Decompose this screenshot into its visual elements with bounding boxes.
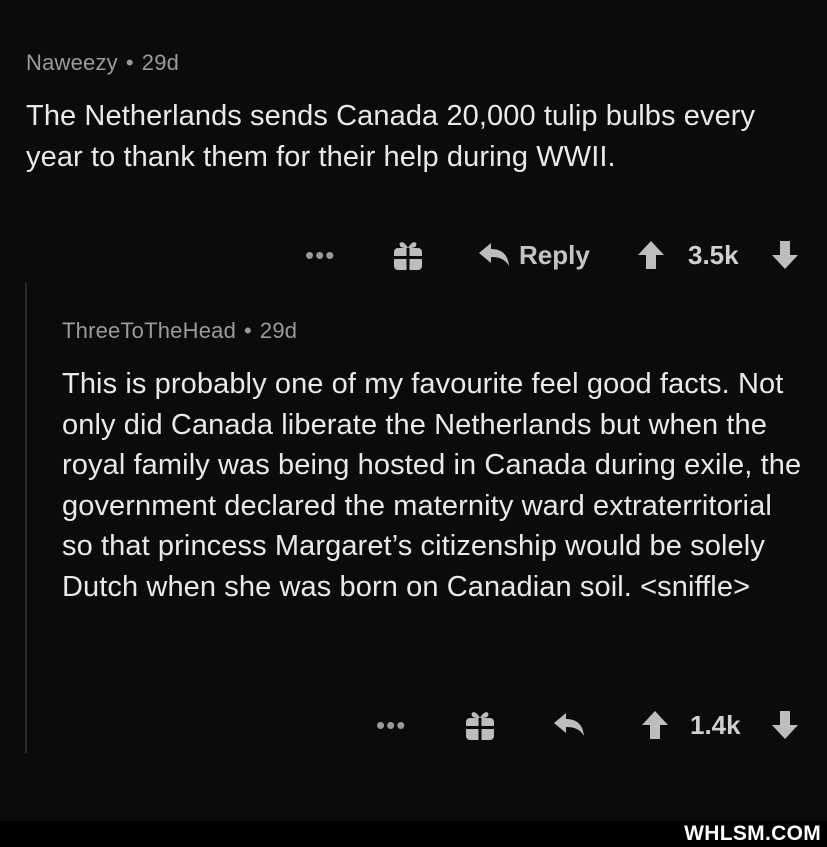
comment-age: 29d [259,318,298,343]
downvote-arrow-icon [770,709,800,741]
reply-button[interactable]: Reply [477,235,590,275]
author-name[interactable]: Naweezy [26,50,118,75]
author-name[interactable]: ThreeToTheHead [62,318,236,343]
comment-meta: Naweezy • 29d [26,50,179,76]
comment-age: 29d [141,50,180,75]
upvote-button[interactable] [640,705,670,745]
comment-actions: ••• Reply 3.5k [0,235,827,275]
comment-body: This is probably one of my favourite fee… [62,368,802,603]
give-award-button[interactable] [390,235,426,275]
vote-score: 3.5k [688,240,739,270]
watermark-label: WHLSM.COM [684,822,821,845]
reply-button[interactable] [552,705,586,745]
meta-separator: • [125,50,134,75]
vote-score: 1.4k [690,710,741,740]
gift-award-icon [390,237,426,273]
more-options-button[interactable]: ••• [305,235,335,275]
downvote-arrow-icon [770,239,800,271]
upvote-button[interactable] [636,235,666,275]
reply-arrow-icon [552,710,586,740]
thread-line[interactable] [25,283,27,753]
more-options-button[interactable]: ••• [376,705,406,745]
upvote-arrow-icon [640,709,670,741]
give-award-button[interactable] [462,705,498,745]
comment-actions: ••• 1.4k [0,705,827,745]
reply-label: Reply [519,239,590,270]
comment-body: The Netherlands sends Canada 20,000 tuli… [26,100,756,173]
downvote-button[interactable] [770,705,800,745]
downvote-button[interactable] [770,235,800,275]
more-options-icon: ••• [305,240,336,270]
comment-meta: ThreeToTheHead • 29d [62,318,297,344]
upvote-arrow-icon [636,239,666,271]
more-options-icon: ••• [376,710,407,740]
meta-separator: • [244,318,252,343]
reply-arrow-icon [477,240,511,270]
gift-award-icon [462,707,498,743]
